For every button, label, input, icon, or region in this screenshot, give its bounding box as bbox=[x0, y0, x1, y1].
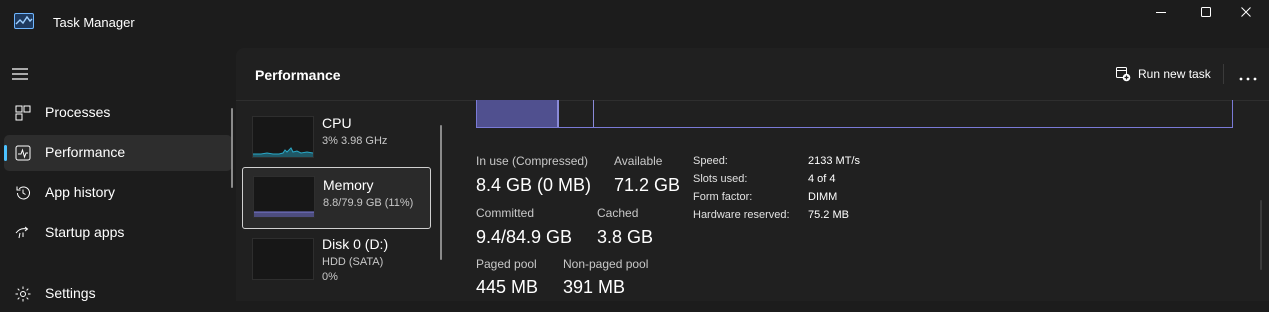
nav-item-app-history[interactable]: App history bbox=[4, 175, 232, 211]
nav-item-startup-apps[interactable]: Startup apps bbox=[4, 215, 232, 251]
nav-label-performance: Performance bbox=[45, 144, 126, 160]
run-new-task-icon[interactable] bbox=[1115, 66, 1131, 82]
toolbar-divider bbox=[1223, 64, 1224, 84]
paged-pool-label: Paged pool bbox=[476, 257, 537, 271]
minimize-icon bbox=[1156, 12, 1166, 13]
device-name-cpu: CPU bbox=[322, 115, 352, 131]
composition-modified-segment bbox=[557, 100, 559, 127]
memory-thumbnail-graph bbox=[253, 176, 315, 218]
nav-item-settings[interactable]: Settings bbox=[4, 276, 232, 312]
device-sub-memory: 8.8/79.9 GB (11%) bbox=[323, 197, 414, 209]
composition-in-use-segment bbox=[477, 100, 557, 127]
nav-label-processes: Processes bbox=[45, 104, 111, 120]
device-card-cpu[interactable]: CPU 3% 3.98 GHz bbox=[242, 108, 429, 168]
nav-item-performance[interactable]: Performance bbox=[4, 135, 232, 171]
close-button[interactable] bbox=[1223, 0, 1269, 24]
nav-label-startup-apps: Startup apps bbox=[45, 224, 125, 240]
device-sub-disk0: HDD (SATA) bbox=[322, 256, 384, 268]
nav-label-settings: Settings bbox=[45, 285, 96, 301]
committed-label: Committed bbox=[476, 206, 535, 220]
performance-icon bbox=[14, 144, 32, 162]
device-card-disk0[interactable]: Disk 0 (D:) HDD (SATA) 0% bbox=[242, 230, 429, 290]
disk-thumbnail-graph bbox=[252, 238, 314, 280]
nav-scrollbar[interactable] bbox=[231, 108, 233, 188]
nonpaged-pool-value: 391 MB bbox=[563, 277, 626, 297]
spec-label-form-factor: Form factor: bbox=[693, 191, 753, 203]
device-card-memory[interactable]: Memory 8.8/79.9 GB (11%) bbox=[242, 167, 431, 229]
paged-pool-value: 445 MB bbox=[476, 277, 539, 297]
available-value: 71.2 GB bbox=[614, 175, 681, 195]
spec-label-speed: Speed: bbox=[693, 155, 728, 167]
more-options-button[interactable] bbox=[1236, 70, 1260, 81]
nav-item-processes[interactable]: Processes bbox=[4, 95, 232, 131]
device-usage-disk0: 0% bbox=[322, 271, 338, 283]
cpu-thumbnail-graph bbox=[252, 116, 314, 158]
spec-label-hardware-reserved: Hardware reserved: bbox=[693, 209, 790, 221]
task-manager-app-icon bbox=[14, 13, 34, 29]
device-name-disk0: Disk 0 (D:) bbox=[322, 236, 389, 252]
nav-label-app-history: App history bbox=[45, 184, 116, 200]
cached-label: Cached bbox=[597, 206, 639, 220]
memory-composition-bar bbox=[476, 100, 1233, 128]
available-label: Available bbox=[614, 154, 663, 168]
maximize-icon bbox=[1201, 7, 1211, 17]
spec-value-hardware-reserved: 75.2 MB bbox=[808, 209, 849, 221]
history-icon bbox=[14, 184, 32, 202]
run-new-task-button[interactable]: Run new task bbox=[1138, 67, 1211, 81]
nonpaged-pool-label: Non-paged pool bbox=[563, 257, 649, 271]
in-use-label: In use (Compressed) bbox=[476, 154, 589, 168]
window-title: Task Manager bbox=[53, 15, 135, 30]
title-bar bbox=[0, 0, 1269, 48]
hamburger-menu-icon[interactable] bbox=[12, 67, 28, 80]
cached-value: 3.8 GB bbox=[597, 227, 654, 247]
minimize-button[interactable] bbox=[1138, 0, 1184, 24]
processes-icon bbox=[14, 104, 32, 122]
close-icon bbox=[1241, 7, 1251, 17]
spec-label-slots: Slots used: bbox=[693, 173, 748, 185]
startup-icon bbox=[14, 224, 32, 242]
ellipsis-icon bbox=[1239, 77, 1257, 81]
composition-standby-divider bbox=[593, 100, 594, 127]
spec-value-speed: 2133 MT/s bbox=[808, 155, 860, 167]
device-sub-cpu: 3% 3.98 GHz bbox=[322, 135, 388, 147]
gear-icon bbox=[14, 285, 32, 303]
spec-value-form-factor: DIMM bbox=[808, 191, 838, 203]
page-title: Performance bbox=[255, 67, 341, 83]
content-scrollbar[interactable] bbox=[1260, 200, 1262, 270]
device-name-memory: Memory bbox=[323, 177, 374, 193]
committed-value: 9.4/84.9 GB bbox=[476, 227, 573, 247]
active-indicator bbox=[4, 145, 7, 161]
spec-value-slots: 4 of 4 bbox=[808, 173, 836, 185]
in-use-value: 8.4 GB (0 MB) bbox=[476, 175, 592, 195]
device-list-scrollbar[interactable] bbox=[440, 125, 442, 260]
